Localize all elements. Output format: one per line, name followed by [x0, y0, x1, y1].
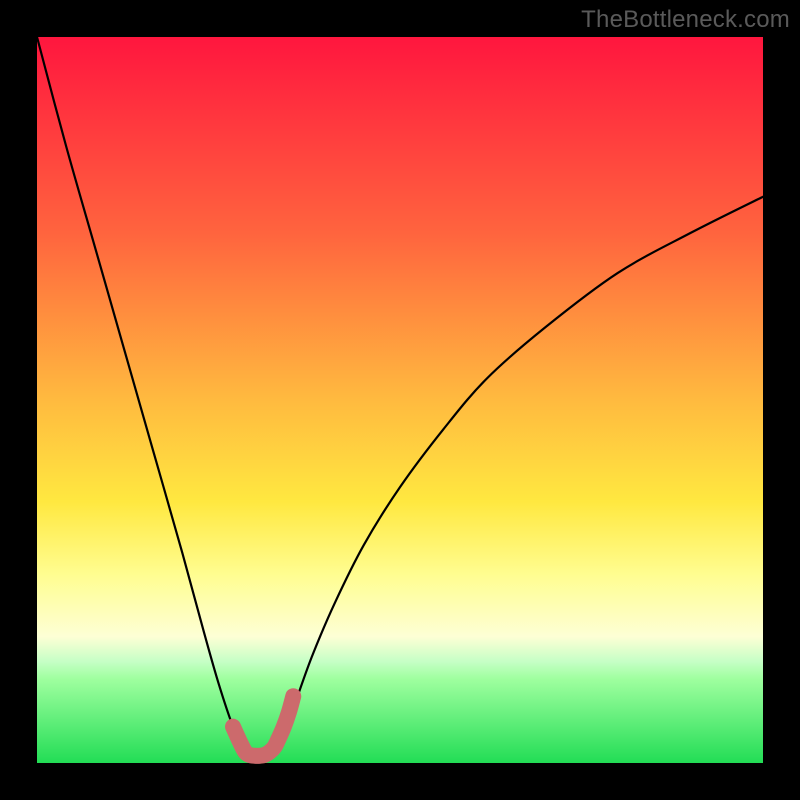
bottleneck-curve-path [37, 37, 763, 756]
watermark-text: TheBottleneck.com [581, 6, 790, 34]
chart-svg [37, 37, 763, 763]
chart-plot-area [37, 37, 763, 763]
chart-frame: TheBottleneck.com [0, 0, 800, 800]
highlight-segment-path [233, 696, 293, 756]
